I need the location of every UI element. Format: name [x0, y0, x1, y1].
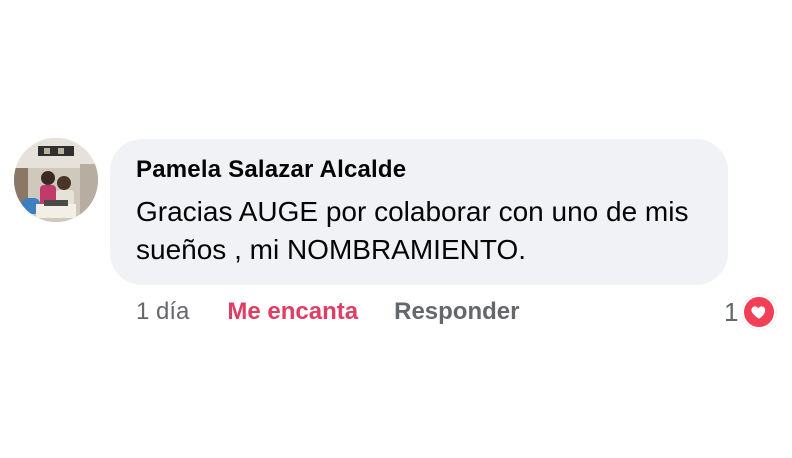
- profile-photo: [14, 138, 98, 222]
- reply-button[interactable]: Responder: [394, 298, 519, 326]
- comment: Pamela Salazar Alcalde Gracias AUGE por …: [0, 0, 792, 458]
- comment-bubble: Pamela Salazar Alcalde Gracias AUGE por …: [110, 139, 728, 285]
- heart-reaction-badge: [742, 295, 777, 329]
- avatar[interactable]: [14, 138, 98, 222]
- comment-actions: 1 día Me encanta Responder: [136, 296, 519, 328]
- comment-timestamp[interactable]: 1 día: [136, 298, 189, 326]
- comment-text: Gracias AUGE por colaborar con uno de mi…: [136, 196, 689, 265]
- comment-author[interactable]: Pamela Salazar Alcalde: [136, 155, 702, 185]
- love-reaction-button[interactable]: Me encanta: [227, 298, 358, 326]
- heart-icon: [751, 306, 766, 319]
- reaction-summary[interactable]: 1: [724, 294, 777, 330]
- reaction-count: 1: [724, 296, 739, 327]
